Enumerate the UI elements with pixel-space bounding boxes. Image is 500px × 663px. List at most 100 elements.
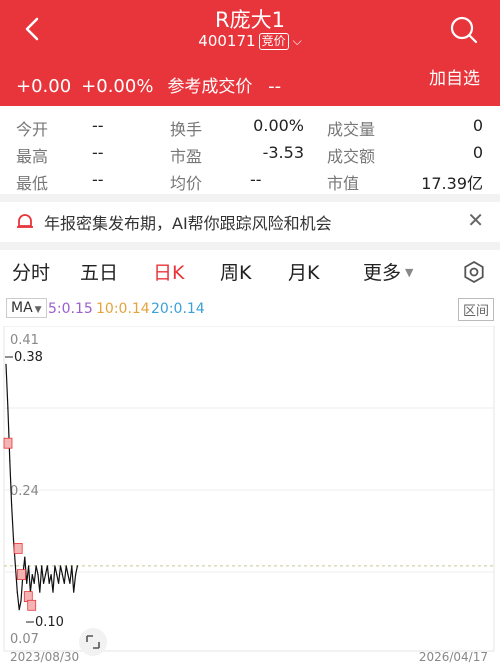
tab-daily-k[interactable]: 日K [153, 258, 184, 285]
interval-button[interactable]: 区间 [457, 298, 494, 321]
price-point [71, 565, 73, 567]
series-layer [3, 363, 494, 611]
price-point [44, 574, 47, 576]
stat-value: 0 [472, 143, 483, 162]
price-point [18, 609, 20, 611]
close-icon[interactable]: ✕ [467, 208, 484, 232]
ma10-value: 10:0.14 [96, 301, 150, 317]
chevron-down-icon: ⌵ [292, 34, 302, 48]
stat-pe: 市盈 -3.53 [170, 143, 304, 167]
price-point [5, 363, 7, 365]
price-point [54, 565, 56, 567]
ma-indicator-row: MA ▼ 5:0.15 10:0.14 20:0.14 区间 [0, 296, 500, 324]
y-tick-label: 0.41 [10, 333, 39, 348]
stat-amount: 成交额 0 [327, 143, 483, 167]
ma20-value: 20:0.14 [151, 301, 205, 317]
stat-label: 成交额 [327, 147, 376, 166]
stat-label: 均价 [170, 174, 203, 193]
stock-title: R庞大1 [215, 8, 285, 32]
price-point [48, 582, 50, 584]
stat-volume: 成交量 0 [327, 116, 483, 140]
divider [0, 242, 500, 250]
auction-badge: 竞价 [258, 33, 289, 50]
price-change: +0.00 [16, 76, 72, 97]
k-line-chart[interactable]: 0.41 0.24 0.07 2023/08/30 2026/04/17 0.3… [0, 326, 500, 663]
stats-grid: 今开 -- 换手 0.00% 成交量 0 最高 -- 市盈 -3.53 成交额 … [0, 106, 500, 196]
price-point [69, 582, 71, 584]
price-point [7, 407, 9, 409]
price-point [11, 503, 13, 506]
price-point [31, 574, 33, 576]
stat-label: 市盈 [170, 147, 203, 166]
price-point [35, 565, 37, 567]
caret-down-icon: ▼ [405, 266, 414, 279]
price-point [33, 582, 35, 584]
price-point [65, 565, 67, 567]
event-marker [17, 569, 26, 581]
tab-more[interactable]: 更多 ▼ [363, 258, 413, 285]
stock-code: 400171 [198, 32, 256, 50]
low-marker: 0.10 [26, 615, 64, 630]
stat-value: 0 [472, 116, 483, 135]
event-marker [27, 599, 37, 611]
price-point [14, 565, 16, 567]
high-marker: 0.38 [5, 350, 43, 365]
notice-banner[interactable]: 年报密集发布期，AI帮你跟踪风险和机会 ✕ [0, 200, 500, 242]
period-tabs: 分时 五日 日K 周K 月K 更多 ▼ [0, 250, 500, 294]
tab-weekly-k[interactable]: 周K [220, 258, 251, 285]
stock-header: R庞大1 400171 竞价 ⌵ +0.00 +0.00% 参考成交价 -- 加自选 [0, 0, 500, 106]
price-point [46, 565, 49, 567]
chart-frame [3, 326, 495, 652]
price-change-pct: +0.00% [81, 76, 154, 97]
price-point [75, 574, 77, 576]
stat-value: -- [92, 170, 104, 189]
tab-intraday[interactable]: 分时 [12, 258, 50, 285]
price-point [37, 574, 39, 576]
price-point [41, 565, 43, 567]
price-point [59, 565, 62, 567]
price-point [61, 574, 64, 576]
price-point [52, 591, 54, 593]
stat-value: -- [92, 116, 104, 135]
caret-down-icon: ▼ [34, 305, 42, 315]
price-point [28, 565, 30, 567]
stat-turnover: 换手 0.00% [170, 116, 304, 140]
tab-five-day[interactable]: 五日 [80, 258, 118, 285]
price-point [24, 556, 26, 558]
stat-label: 换手 [170, 120, 203, 139]
ma5-value: 5:0.15 [48, 301, 93, 317]
settings-icon[interactable] [462, 260, 486, 284]
price-point [58, 582, 60, 584]
price-point [73, 591, 75, 593]
y-tick-label: 0.07 [10, 632, 39, 647]
price-point [39, 591, 41, 593]
stat-label: 最低 [16, 174, 49, 193]
search-icon[interactable] [448, 14, 480, 46]
stat-label: 成交量 [327, 120, 376, 139]
price-point [76, 565, 78, 567]
stat-high: 最高 -- [16, 143, 112, 167]
price-point [12, 539, 15, 541]
price-point [26, 582, 28, 584]
price-point [20, 600, 22, 602]
notice-text: 年报密集发布期，AI帮你跟踪风险和机会 [44, 214, 332, 233]
stock-code-row[interactable]: 400171 竞价 ⌵ [0, 32, 500, 50]
ref-price-value: -- [268, 76, 282, 97]
event-marker [3, 437, 13, 449]
x-start-label: 2023/08/30 [10, 650, 79, 663]
price-point [43, 582, 45, 584]
y-tick-label: 0.24 [10, 484, 39, 499]
price-point [67, 574, 69, 576]
low-label: 0.10 [35, 615, 64, 630]
stat-label: 市值 [327, 174, 360, 193]
price-point [9, 460, 11, 462]
stat-label: 最高 [16, 147, 49, 166]
stat-label: 今开 [16, 120, 49, 139]
x-end-label: 2026/04/17 [419, 650, 488, 663]
add-favorite-button[interactable]: 加自选 [429, 64, 480, 89]
tab-monthly-k[interactable]: 月K [288, 258, 319, 285]
stat-value: 17.39亿 [421, 174, 483, 193]
ma-selector[interactable]: MA ▼ [6, 298, 47, 318]
stat-value: 0.00% [253, 116, 304, 135]
price-change-row: +0.00 +0.00% 参考成交价 -- [16, 72, 291, 97]
